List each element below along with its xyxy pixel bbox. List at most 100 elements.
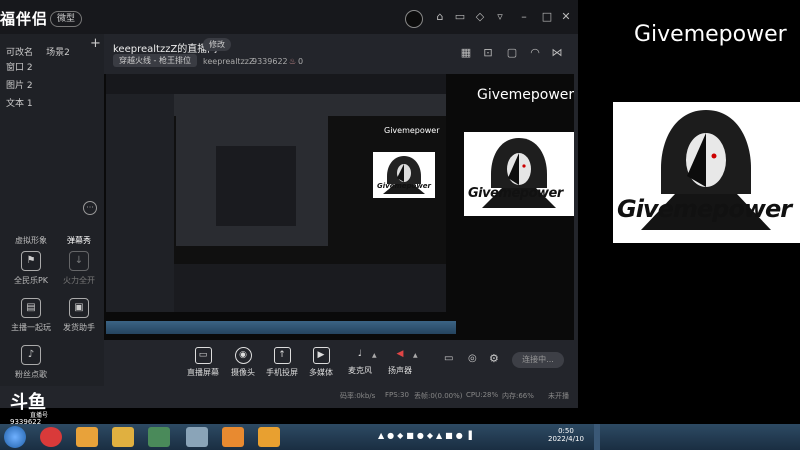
shirt-icon[interactable]: ◇ [473, 10, 487, 24]
memory-status: 内存:66% [502, 392, 534, 400]
add-scene-button[interactable]: + [90, 36, 101, 51]
stream-preview[interactable]: Givemepower Givemepower Givemepower Give… [104, 74, 574, 340]
scene-tabs: 可改名 场景2 [6, 40, 70, 59]
screen-icon: ▭ [194, 347, 212, 364]
pk-button[interactable]: ⚑ 全民乐PK [9, 251, 53, 286]
message-icon[interactable]: ▭ [453, 10, 467, 24]
delivery-helper-button[interactable]: ▣ 发货助手 [57, 298, 101, 333]
version-badge[interactable]: 微型 [50, 11, 83, 27]
taskbar-app-window[interactable] [186, 427, 208, 447]
right-title: Givemepower [634, 22, 787, 47]
preview-logo-text: Givemepower [468, 186, 563, 201]
taskbar-app-owl2[interactable] [112, 427, 134, 447]
taskbar-clock[interactable]: 0:50 2022/4/10 [548, 427, 584, 443]
phone-icon: ↑ [273, 347, 291, 364]
right-logo-text: Givemepower [617, 195, 792, 223]
download-icon: ↓ [69, 251, 89, 271]
minimize-icon[interactable]: – [517, 10, 531, 24]
firepower-button[interactable]: ↓ 火力全开 [57, 251, 101, 286]
clock-time: 0:50 [558, 427, 574, 435]
mic-chevron-icon[interactable]: ▲ [372, 352, 377, 359]
heat-count: 0 [298, 57, 304, 66]
settings-gear-icon[interactable]: ⚙ [489, 352, 499, 365]
room-title: keeprealtzzZ的直播间 [113, 44, 218, 55]
play-together-label: 主播一起玩 [11, 323, 51, 332]
chat-icon [70, 213, 88, 231]
start-button[interactable] [4, 426, 26, 448]
danmaku-show-button[interactable]: 弹幕秀 [57, 213, 101, 246]
microphone-label: 麦克风 [348, 366, 372, 375]
heat-icon: ♨ [289, 57, 297, 66]
screen-capture-label: 直播屏幕 [187, 368, 219, 377]
taskbar-app-orange2[interactable] [258, 427, 280, 447]
taskbar-app-green[interactable] [148, 427, 170, 447]
cpu-status: CPU:28% [466, 391, 499, 399]
scene-item-image[interactable]: 图片 2 [6, 78, 33, 91]
fan-song-button[interactable]: ♪ 粉丝点歌 [9, 345, 53, 380]
nested-level3 [216, 146, 296, 226]
nested-level2 [176, 116, 328, 246]
taskbar-app-red[interactable] [40, 427, 62, 447]
layout-icon[interactable]: ▦ [459, 46, 473, 60]
app-logo: 福伴侣 [0, 10, 49, 28]
app-window: 福伴侣 微型 ⌂ ▭ ◇ ▿ – □ ✕ 可改名 场景2 + 窗口 2 图片 2… [0, 0, 578, 408]
speaker-chevron-icon[interactable]: ▲ [413, 352, 418, 359]
nested-title: Givemepower [384, 126, 440, 135]
scene-item-window[interactable]: 窗口 2 [6, 60, 33, 73]
start-live-button[interactable]: 连接中... [512, 352, 564, 368]
douyu-watermark: 斗鱼 直播号 9339622 [0, 388, 70, 426]
share-icon[interactable]: ⋈ [550, 46, 564, 60]
record-icon[interactable]: ▭ [444, 353, 453, 364]
preview-logo-card: Givemepower [464, 132, 574, 216]
nested-toolbar [174, 264, 446, 312]
bell-icon[interactable]: ▿ [493, 10, 507, 24]
taskbar-app-owl[interactable] [76, 427, 98, 447]
tab-rename[interactable]: 可改名 [6, 48, 33, 58]
flag-icon: ▤ [21, 298, 41, 318]
mic-icon: ♩ [357, 349, 363, 359]
show-desktop-button[interactable] [594, 424, 600, 450]
tab-scene2[interactable]: 场景2 [46, 48, 70, 58]
camera-label: 摄像头 [231, 368, 255, 377]
close-icon[interactable]: ✕ [559, 10, 573, 24]
hooded-figure-icon [482, 138, 556, 208]
speaker-label: 扬声器 [388, 366, 412, 375]
nested-capture: Givemepower Givemepower [106, 74, 446, 312]
hooded-figure-icon [383, 156, 425, 194]
camera-button[interactable]: ◉ 摄像头 [221, 347, 265, 378]
edit-title-button[interactable]: 修改 [203, 38, 231, 51]
bitrate-status: 码率:0kb/s [340, 392, 376, 400]
scene-item-text[interactable]: 文本 1 [6, 96, 33, 109]
speaker-icon: ◀ [396, 349, 404, 359]
lock-icon[interactable]: ⊡ [481, 46, 495, 60]
nested-titlebar [106, 74, 446, 94]
camera-icon: ◉ [234, 347, 252, 364]
screen-capture-button[interactable]: ▭ 直播屏幕 [181, 347, 225, 378]
taskbar-app-orange[interactable] [222, 427, 244, 447]
notify-icon[interactable]: ◠ [528, 46, 542, 60]
copy-icon[interactable]: ▢ [505, 46, 519, 60]
media-button[interactable]: ▶ 多媒体 [299, 347, 343, 378]
delivery-helper-label: 发货助手 [63, 323, 95, 332]
virtual-avatar-label: 虚拟形象 [15, 236, 47, 245]
phone-cast-button[interactable]: ↑ 手机投屏 [260, 347, 304, 378]
nested-logo-card: Givemepower [373, 152, 435, 198]
game-category[interactable]: 穿越火线 - 枪王排位 [113, 54, 197, 67]
preview-title: Givemepower [477, 87, 574, 103]
pk-label: 全民乐PK [13, 276, 49, 285]
virtual-avatar-button[interactable]: 虚拟形象 [9, 213, 53, 246]
danmaku-show-label: 弹幕秀 [67, 236, 91, 245]
dropped-frames-status: 丢帧:0(0.00%) [414, 392, 463, 400]
nested-sidebar [106, 94, 174, 312]
clip-icon[interactable]: ◎ [468, 353, 477, 364]
fps-status: FPS:30 [385, 391, 409, 399]
gift-icon[interactable]: ⌂ [433, 10, 447, 24]
avatar[interactable] [405, 10, 423, 28]
maximize-icon[interactable]: □ [540, 10, 554, 24]
media-icon: ▶ [312, 347, 330, 364]
mic-icon: ♪ [21, 345, 41, 365]
system-tray-icons[interactable]: ▲●◆■●◆▲■●▐ [378, 431, 475, 440]
media-label: 多媒体 [309, 368, 333, 377]
right-logo-card: Givemepower [613, 102, 800, 243]
play-together-button[interactable]: ▤ 主播一起玩 [9, 298, 53, 333]
